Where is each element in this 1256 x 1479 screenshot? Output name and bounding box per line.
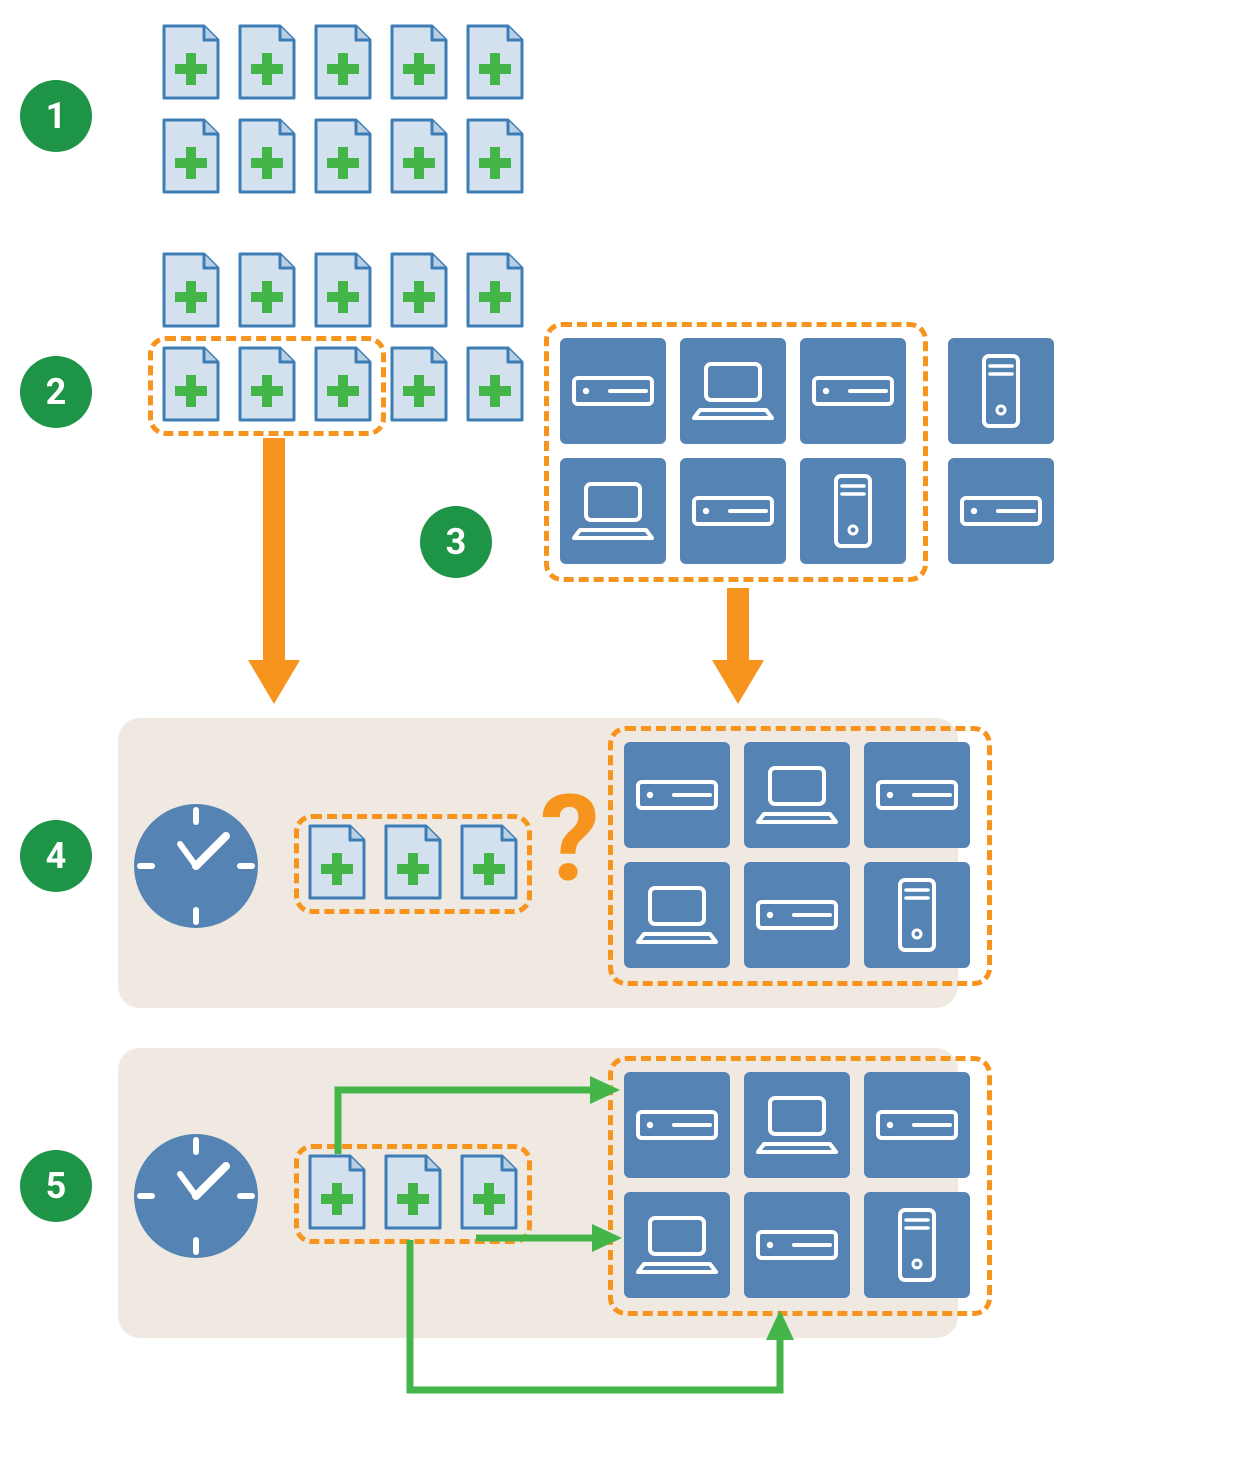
- clock-step5: [130, 1130, 262, 1262]
- plus-file-icon: [160, 252, 222, 330]
- plus-file-icon: [312, 252, 374, 330]
- plus-file-icon: [464, 346, 526, 424]
- step-number: 2: [46, 371, 67, 413]
- plus-file-icon: [388, 24, 450, 102]
- patch-selection-box-step4: [294, 814, 532, 914]
- plus-file-icon: [160, 118, 222, 196]
- plus-file-icon: [160, 24, 222, 102]
- rack-server-icon: [948, 458, 1054, 564]
- patch-row-2a: [160, 252, 526, 330]
- tower-server-icon: [948, 338, 1054, 444]
- arrow-down-right: [708, 588, 768, 708]
- step-number: 1: [46, 95, 67, 137]
- step-badge-1: 1: [20, 80, 92, 152]
- plus-file-icon: [464, 24, 526, 102]
- patch-row-1b: [160, 118, 526, 196]
- question-mark: ?: [540, 780, 600, 900]
- plus-file-icon: [236, 24, 298, 102]
- plus-file-icon: [312, 118, 374, 196]
- device-grid-step3-extra: [948, 338, 1068, 564]
- arrow-down-left: [244, 438, 304, 708]
- patch-selection-box: [148, 336, 386, 436]
- step-badge-2: 2: [20, 356, 92, 428]
- step-number: 5: [46, 1165, 67, 1207]
- clock-step4: [130, 800, 262, 932]
- plus-file-icon: [236, 118, 298, 196]
- step-badge-5: 5: [20, 1150, 92, 1222]
- step-number: 3: [446, 521, 467, 563]
- plus-file-icon: [388, 346, 450, 424]
- step-badge-4: 4: [20, 820, 92, 892]
- device-selection-box-step3: [544, 322, 928, 582]
- plus-file-icon: [388, 252, 450, 330]
- step-badge-3: 3: [420, 506, 492, 578]
- plus-file-icon: [388, 118, 450, 196]
- plus-file-icon: [236, 252, 298, 330]
- patch-row-1a: [160, 24, 526, 102]
- plus-file-icon: [464, 118, 526, 196]
- green-arrow-1: [334, 1082, 624, 1162]
- plus-file-icon: [312, 24, 374, 102]
- green-arrow-3: [406, 1240, 786, 1400]
- step-number: 4: [46, 835, 67, 877]
- plus-file-icon: [464, 252, 526, 330]
- device-selection-box-step4: [608, 726, 992, 986]
